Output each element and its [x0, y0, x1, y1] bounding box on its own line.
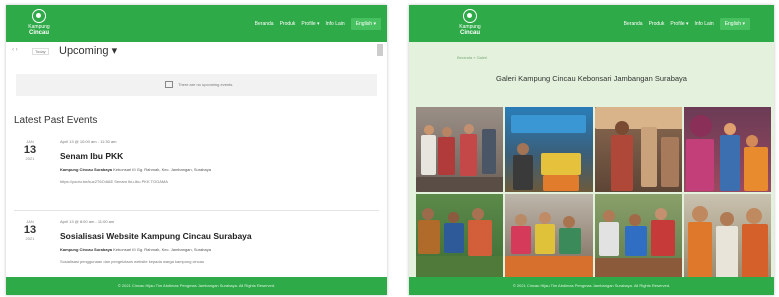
- calendar-icon: [165, 81, 173, 88]
- footer-bar: © 2021 Cincau Hijau Tim Abdimas Pengmas …: [409, 277, 774, 295]
- gallery-photo[interactable]: [416, 107, 504, 192]
- notice-text: There are no upcoming events.: [178, 82, 234, 87]
- event-item: JAN 13 2021 April 13 @ 8:00 am - 11:00 a…: [18, 219, 377, 275]
- event-day: 13: [23, 224, 37, 236]
- event-date: JAN 13 2021: [18, 219, 42, 241]
- event-year: 2021: [25, 236, 35, 241]
- site-logo[interactable]: Kampung Cincau: [28, 9, 50, 37]
- venue-address: Kebonsari III Gg. Rahmah, Kec. Jambangan…: [113, 247, 211, 252]
- event-title[interactable]: Sosialisasi Website Kampung Cincau Surab…: [60, 231, 252, 241]
- header-bar: Kampung Cincau Beranda Produk Profile ▾ I…: [409, 5, 774, 42]
- gallery-photo[interactable]: [416, 193, 504, 278]
- footer-text: © 2021 Cincau Hijau Tim Abdimas Pengmas …: [117, 283, 276, 288]
- gallery-photo[interactable]: [505, 107, 593, 192]
- nav-item-beranda[interactable]: Beranda: [624, 21, 643, 27]
- scrollbar-thumb[interactable]: [377, 44, 383, 56]
- event-year: 2021: [25, 156, 35, 161]
- venue-address: Kebonsari III Gg. Rahmah, Kec. Jambangan…: [113, 167, 211, 172]
- event-time: April 13 @ 10:00 am - 11:30 am: [60, 139, 117, 144]
- venue-name[interactable]: Kampung Cincau Surabaya: [60, 167, 112, 172]
- logo-emblem-icon: [32, 9, 46, 23]
- gallery-page-screenshot: Kampung Cincau Beranda Produk Profile ▾ I…: [409, 5, 774, 295]
- nav-item-info-lain[interactable]: Info Lain: [326, 21, 345, 27]
- gallery-photo[interactable]: [505, 193, 593, 278]
- main-nav: Beranda Produk Profile ▾ Info Lain Engli…: [255, 18, 381, 30]
- section-title: Latest Past Events: [14, 115, 98, 126]
- logo-emblem-icon: [463, 9, 477, 23]
- gallery-photo[interactable]: [594, 193, 682, 278]
- logo-text: Kampung Cincau: [28, 24, 50, 36]
- event-date: JAN 13 2021: [18, 139, 42, 161]
- gallery-photo[interactable]: [683, 193, 771, 278]
- no-upcoming-events-notice: There are no upcoming events.: [16, 74, 377, 96]
- photo-gallery: [416, 107, 771, 278]
- event-time: April 13 @ 8:00 am - 11:00 am: [60, 219, 115, 224]
- header-bar: Kampung Cincau Beranda Produk Profile ▾ I…: [6, 5, 387, 42]
- events-page-screenshot: Kampung Cincau Beranda Produk Profile ▾ I…: [6, 5, 387, 295]
- logo-text: Kampung Cincau: [459, 24, 481, 36]
- divider: [14, 210, 379, 211]
- footer-text: © 2021 Cincau Hijau Tim Abdimas Pengmas …: [512, 283, 671, 288]
- language-switcher[interactable]: English ▾: [350, 18, 381, 30]
- nav-item-beranda[interactable]: Beranda: [255, 21, 274, 27]
- language-switcher[interactable]: English ▾: [719, 18, 750, 30]
- event-title[interactable]: Senam Ibu PKK: [60, 151, 123, 161]
- nav-item-produk[interactable]: Produk: [280, 21, 296, 27]
- venue-name[interactable]: Kampung Cincau Surabaya: [60, 247, 112, 252]
- event-venue: Kampung Cincau Surabaya Kebonsari III Gg…: [60, 167, 211, 172]
- upcoming-view-selector[interactable]: Upcoming ▾: [59, 44, 117, 57]
- footer-bar: © 2021 Cincau Hijau Tim Abdimas Pengmas …: [6, 277, 387, 295]
- event-description: Sosialisasi penggunaan dan pengelolaan w…: [60, 259, 205, 264]
- site-logo[interactable]: Kampung Cincau: [459, 9, 481, 37]
- gallery-photo[interactable]: [594, 107, 682, 192]
- main-nav: Beranda Produk Profile ▾ Info Lain Engli…: [624, 18, 750, 30]
- nav-item-produk[interactable]: Produk: [649, 21, 665, 27]
- event-item: JAN 13 2021 April 13 @ 10:00 am - 11:30 …: [18, 139, 377, 199]
- nav-item-info-lain[interactable]: Info Lain: [695, 21, 714, 27]
- prev-next-arrows-icon[interactable]: ‹ ›: [12, 47, 18, 53]
- event-description: https://youtu.be/kuz2T6O4lAE Senam Ibu-I…: [60, 179, 168, 184]
- page-title: Galeri Kampung Cincau Kebonsari Jambanga…: [496, 74, 687, 83]
- nav-item-profile[interactable]: Profile ▾: [670, 21, 688, 27]
- event-day: 13: [23, 144, 37, 156]
- breadcrumb[interactable]: Beranda » Galeri: [457, 55, 487, 60]
- event-venue: Kampung Cincau Surabaya Kebonsari III Gg…: [60, 247, 211, 252]
- nav-item-profile[interactable]: Profile ▾: [301, 21, 319, 27]
- events-view-bar: ‹ › Today Upcoming ▾: [10, 44, 383, 60]
- today-button[interactable]: Today: [32, 48, 49, 55]
- gallery-photo[interactable]: [683, 107, 771, 192]
